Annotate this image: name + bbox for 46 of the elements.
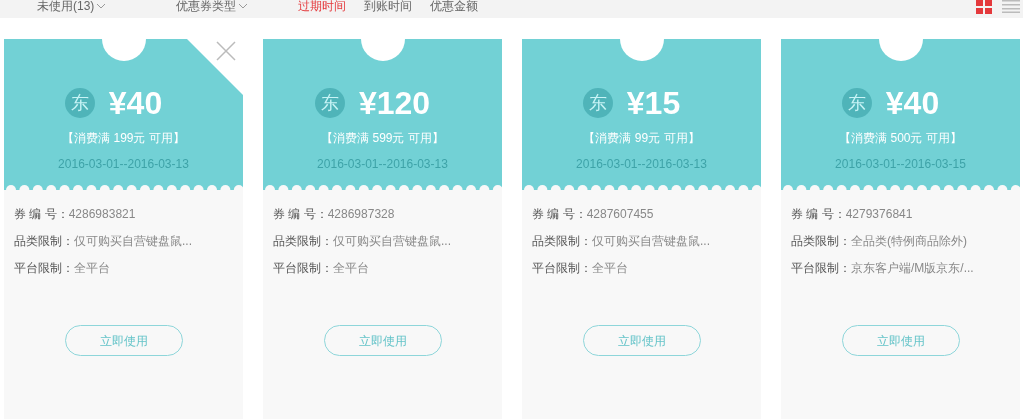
chevron-down-icon bbox=[238, 3, 249, 9]
field-label: 券 编 号： bbox=[14, 206, 69, 223]
store-badge: 东 bbox=[314, 88, 345, 118]
store-badge: 东 bbox=[64, 88, 95, 118]
field-value: 仅可购买自营键盘鼠... bbox=[74, 233, 192, 250]
sort-tab[interactable]: 优惠金额 bbox=[430, 0, 479, 12]
filter-dropdown[interactable]: 未使用(13) bbox=[37, 0, 107, 12]
close-icon[interactable] bbox=[187, 39, 243, 95]
coupon-amount: ¥15 bbox=[626, 85, 681, 121]
field-value: 全平台 bbox=[74, 260, 110, 277]
field-label: 品类限制： bbox=[791, 233, 851, 250]
sort-tab[interactable]: 过期时间 bbox=[298, 0, 347, 12]
field-label: 券 编 号： bbox=[791, 206, 846, 223]
grid-view-icon[interactable] bbox=[976, 0, 992, 14]
field-label: 平台限制： bbox=[791, 260, 851, 277]
field-value: 京东客户端/M版京东/... bbox=[851, 260, 974, 277]
field-value: 4279376841 bbox=[845, 206, 913, 223]
field-value: 仅可购买自营键盘鼠... bbox=[592, 233, 710, 250]
usage-condition: 【消费满 599元 可用】 bbox=[321, 130, 444, 147]
sort-tab[interactable]: 到账时间 bbox=[364, 0, 413, 12]
field-label: 平台限制： bbox=[532, 260, 592, 277]
field-value: 全平台 bbox=[592, 260, 628, 277]
usage-condition: 【消费满 99元 可用】 bbox=[583, 130, 700, 147]
usage-condition: 【消费满 199元 可用】 bbox=[62, 130, 185, 147]
field-label: 券 编 号： bbox=[273, 206, 328, 223]
field-label: 品类限制： bbox=[532, 233, 592, 250]
field-label: 品类限制： bbox=[14, 233, 74, 250]
field-label: 券 编 号： bbox=[532, 206, 587, 223]
store-badge: 东 bbox=[582, 88, 613, 118]
usage-condition: 【消费满 500元 可用】 bbox=[839, 130, 962, 147]
filter-dropdown[interactable]: 优惠券类型 bbox=[176, 0, 249, 12]
field-value: 全品类(特例商品除外) bbox=[851, 233, 967, 250]
field-value: 4286987328 bbox=[327, 206, 395, 223]
coupon-amount: ¥40 bbox=[885, 85, 940, 121]
store-badge: 东 bbox=[841, 88, 872, 118]
field-value: 4286983821 bbox=[68, 206, 136, 223]
field-value: 全平台 bbox=[333, 260, 369, 277]
chevron-down-icon bbox=[96, 3, 107, 9]
field-label: 平台限制： bbox=[273, 260, 333, 277]
field-value: 4287607455 bbox=[586, 206, 654, 223]
coupon-amount: ¥120 bbox=[358, 85, 431, 121]
list-view-icon[interactable] bbox=[1002, 0, 1020, 13]
coupon-amount: ¥40 bbox=[108, 85, 163, 121]
field-value: 仅可购买自营键盘鼠... bbox=[333, 233, 451, 250]
field-label: 品类限制： bbox=[273, 233, 333, 250]
field-label: 平台限制： bbox=[14, 260, 74, 277]
